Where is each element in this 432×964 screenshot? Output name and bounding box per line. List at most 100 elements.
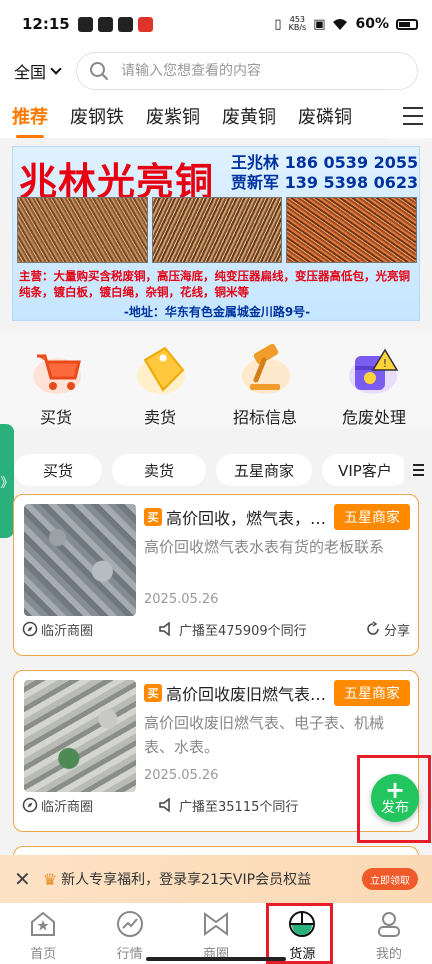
nav-market-label: 行情 (116, 947, 143, 962)
listing-title: 高价回收废旧燃气表… (166, 685, 327, 704)
tab-scrap-steel[interactable]: 废钢铁 (70, 103, 124, 129)
banner-contacts: 王兆林 186 0539 2055 贾新军 139 5398 0623 (231, 153, 418, 193)
search-input[interactable] (121, 63, 341, 79)
broadcast-info: 广播至475909个同行 (158, 620, 307, 639)
app-badge-icon (137, 16, 153, 32)
speaker-icon (159, 621, 170, 637)
ad-banner[interactable]: 兆林光亮铜 王兆林 186 0539 2055 贾新军 139 5398 062… (12, 146, 420, 321)
plus-icon: + (384, 776, 406, 804)
profile-icon (377, 912, 400, 937)
buy-badge: 买 (144, 508, 162, 526)
menu-icon (403, 107, 423, 109)
listing-thumbnail[interactable] (24, 504, 136, 616)
listing-date: 2025.05.26 (144, 768, 219, 783)
home-icon (31, 911, 56, 936)
bottom-nav: 首页 行情 商圈 货源 我的 (0, 903, 432, 964)
gavel-icon (236, 340, 294, 398)
tab-recommend[interactable]: 推荐 (12, 103, 48, 138)
nav-market[interactable]: 行情 (86, 903, 172, 964)
app-notification-icon (97, 16, 113, 32)
banner-main-business: 主营：大量购买含税废铜，高压海底，纯变压器扁线，变压器高低包，光亮铜纯条，镀白板… (19, 269, 410, 299)
pill-five-star[interactable]: 五星商家 (216, 454, 312, 486)
tab-scrap-red-copper[interactable]: 废紫铜 (146, 103, 200, 129)
banner-contact-1: 王兆林 186 0539 2055 (231, 153, 419, 172)
status-time: 12:15 (22, 15, 70, 33)
listing-footer: 临沂商圈 广播至475909个同行 分享 (22, 617, 410, 641)
listing-description: 高价回收废旧燃气表、电子表、机械表、水表。 (144, 714, 385, 756)
tiktok-icon (117, 16, 133, 32)
quick-sell[interactable]: 卖货 (110, 340, 210, 428)
circle-link[interactable]: 临沂商圈 (22, 620, 93, 639)
category-menu-button[interactable] (394, 94, 432, 138)
business-circle-icon (204, 912, 229, 936)
category-tabs: 推荐 废钢铁 废紫铜 废黄铜 废磷铜 (0, 94, 432, 138)
quick-tender-label: 招标信息 (232, 408, 297, 427)
quick-menu: 买货 卖货 招标信息 ! 危废处理 (0, 332, 432, 428)
search-icon (90, 62, 108, 80)
listing-title-row: 买 高价回收废旧燃气表… (144, 681, 334, 705)
nav-profile-label: 我的 (375, 947, 402, 962)
region-label: 全国 (14, 63, 47, 82)
five-star-merchant-tag: 五星商家 (334, 680, 410, 706)
nav-business-circle[interactable]: 商圈 (173, 903, 259, 964)
five-star-merchant-tag: 五星商家 (334, 504, 410, 530)
notification-icon (77, 16, 93, 32)
promo-text: 新人专享福利，登录享21天VIP会员权益 (61, 872, 312, 888)
listing-description: 高价回收燃气表水表有货的老板联系 (144, 538, 385, 556)
banner-address: -地址：华东有色金属城金川路9号- (123, 305, 311, 319)
buy-badge: 买 (144, 684, 162, 702)
copper-wire-photo (286, 197, 418, 263)
banner-contact-2: 贾新军 139 5398 0623 (231, 173, 419, 192)
copper-wire-photo (17, 197, 148, 263)
broadcast-info: 广播至35115个同行 (158, 796, 298, 815)
close-icon[interactable]: ✕ (14, 867, 31, 891)
pill-buy[interactable]: 买货 (14, 454, 102, 486)
filter-pills: 买货 卖货 五星商家 VIP客户 (0, 448, 432, 492)
chevron-down-icon (50, 63, 62, 75)
network-speed: 453 KB/s (288, 15, 307, 32)
menu-icon (412, 464, 424, 466)
banner-photos (17, 197, 418, 263)
svg-text:!: ! (383, 357, 387, 370)
battery-percent: 60% (355, 16, 389, 32)
tab-scrap-brass[interactable]: 废黄铜 (222, 103, 276, 129)
share-icon (367, 621, 379, 635)
quick-hazardous-waste[interactable]: ! 危废处理 (324, 340, 424, 428)
nav-profile[interactable]: 我的 (346, 903, 432, 964)
status-bar: 12:15 ▯ 453 KB/s ▣ 60% (0, 0, 432, 48)
quick-sell-label: 卖货 (143, 408, 176, 427)
speaker-icon (159, 797, 170, 813)
search-box[interactable] (76, 52, 418, 90)
nav-home-label: 首页 (30, 947, 57, 962)
listing-date: 2025.05.26 (144, 592, 219, 607)
price-tag-icon (131, 340, 189, 398)
highlight-frame (266, 903, 333, 964)
listing-title-row: 买 高价回收，燃气表，… (144, 505, 334, 529)
claim-button[interactable]: 立即领取 (362, 868, 418, 890)
region-selector[interactable]: 全国 (14, 59, 76, 83)
sim-icon: ▣ (313, 16, 326, 32)
share-button[interactable]: 分享 (365, 620, 410, 639)
quick-hazardous-waste-label: 危废处理 (341, 408, 406, 427)
compass-icon (22, 621, 38, 637)
home-indicator (146, 957, 286, 961)
quick-buy-label: 买货 (39, 408, 72, 427)
quick-buy[interactable]: 买货 (6, 340, 106, 428)
compass-icon (22, 797, 38, 813)
nav-home[interactable]: 首页 (0, 903, 86, 964)
quick-tender[interactable]: 招标信息 (215, 340, 315, 428)
listing-thumbnail[interactable] (24, 680, 136, 792)
pill-sell[interactable]: 卖货 (112, 454, 206, 486)
tab-scrap-phosphor-copper[interactable]: 废磷铜 (298, 103, 352, 129)
status-right: ▯ 453 KB/s ▣ 60% (274, 16, 418, 32)
promo-bar: ✕ ♛ 新人专享福利，登录享21天VIP会员权益 立即领取 (0, 855, 432, 903)
market-trend-icon (116, 911, 143, 937)
circle-link[interactable]: 临沂商圈 (22, 796, 93, 815)
publish-button[interactable]: + 发布 (371, 774, 419, 822)
battery-icon (396, 18, 418, 30)
pill-vip[interactable]: VIP客户 (322, 454, 408, 486)
publish-label: 发布 (381, 800, 409, 816)
shopping-cart-icon (27, 340, 85, 398)
filter-menu-button[interactable] (404, 448, 432, 492)
listing-card[interactable]: 买 高价回收，燃气表，… 五星商家 高价回收燃气表水表有货的老板联系 2025.… (13, 494, 419, 656)
